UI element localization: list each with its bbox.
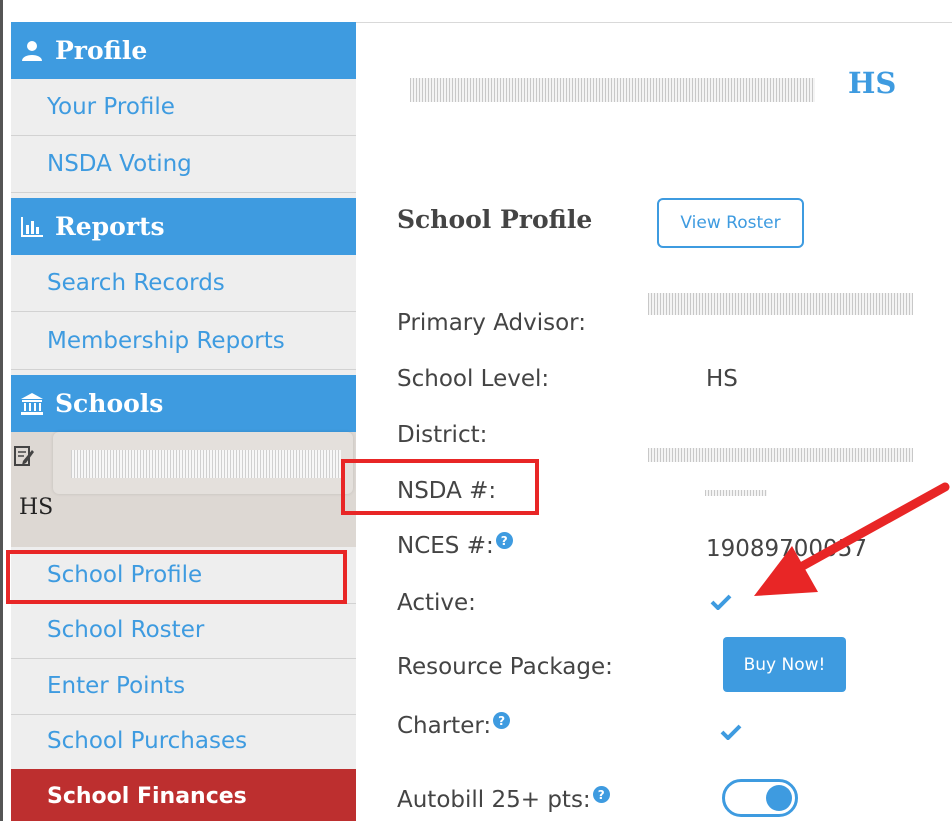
annotation-arrow: [754, 482, 950, 596]
